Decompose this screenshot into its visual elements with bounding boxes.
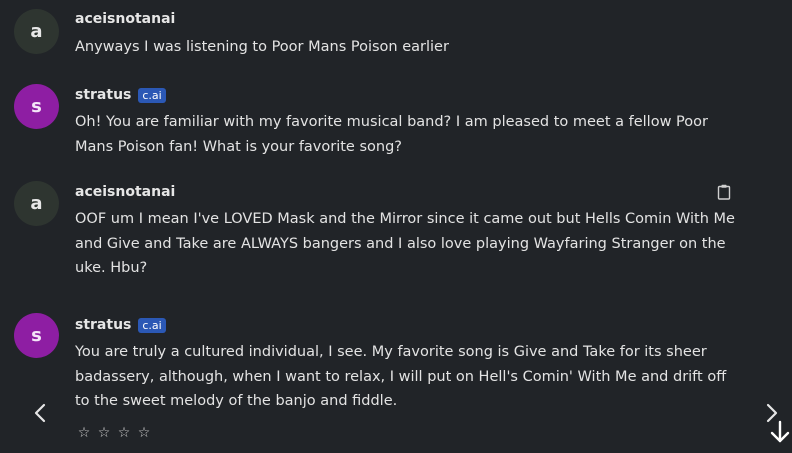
avatar[interactable]: a (14, 9, 59, 54)
message-header: aceisnotanai (75, 9, 175, 29)
message-text: Oh! You are familiar with my favorite mu… (75, 114, 708, 155)
avatar[interactable]: a (14, 181, 59, 226)
message-header: stratus c.ai (75, 315, 166, 335)
star-rating: ☆ ☆ ☆ ☆ (76, 424, 152, 442)
message-text: Anyways I was listening to Poor Mans Poi… (75, 39, 449, 55)
chat-window: a aceisnotanai Anyways I was listening t… (0, 0, 792, 453)
avatar[interactable]: s (14, 84, 59, 129)
avatar-letter: s (31, 325, 42, 346)
chevron-left-icon[interactable] (30, 400, 50, 426)
star-icon[interactable]: ☆ (136, 424, 152, 442)
author-name[interactable]: aceisnotanai (75, 11, 175, 27)
author-name[interactable]: aceisnotanai (75, 184, 175, 200)
message-text: OOF um I mean I've LOVED Mask and the Mi… (75, 211, 735, 276)
avatar-letter: a (30, 21, 43, 42)
bot-badge: c.ai (138, 317, 166, 333)
clipboard-icon[interactable] (717, 184, 731, 200)
avatar[interactable]: s (14, 313, 59, 358)
star-icon[interactable]: ☆ (96, 424, 112, 442)
message-text: You are truly a cultured individual, I s… (75, 344, 727, 409)
bot-badge: c.ai (138, 87, 166, 103)
message-header: stratus c.ai (75, 85, 166, 105)
star-icon[interactable]: ☆ (76, 424, 92, 442)
star-icon[interactable]: ☆ (116, 424, 132, 442)
message-header: aceisnotanai (75, 182, 175, 202)
author-name[interactable]: stratus (75, 87, 131, 103)
avatar-letter: s (31, 96, 42, 117)
avatar-letter: a (30, 193, 43, 214)
author-name[interactable]: stratus (75, 317, 131, 333)
arrow-down-icon[interactable] (768, 419, 792, 445)
